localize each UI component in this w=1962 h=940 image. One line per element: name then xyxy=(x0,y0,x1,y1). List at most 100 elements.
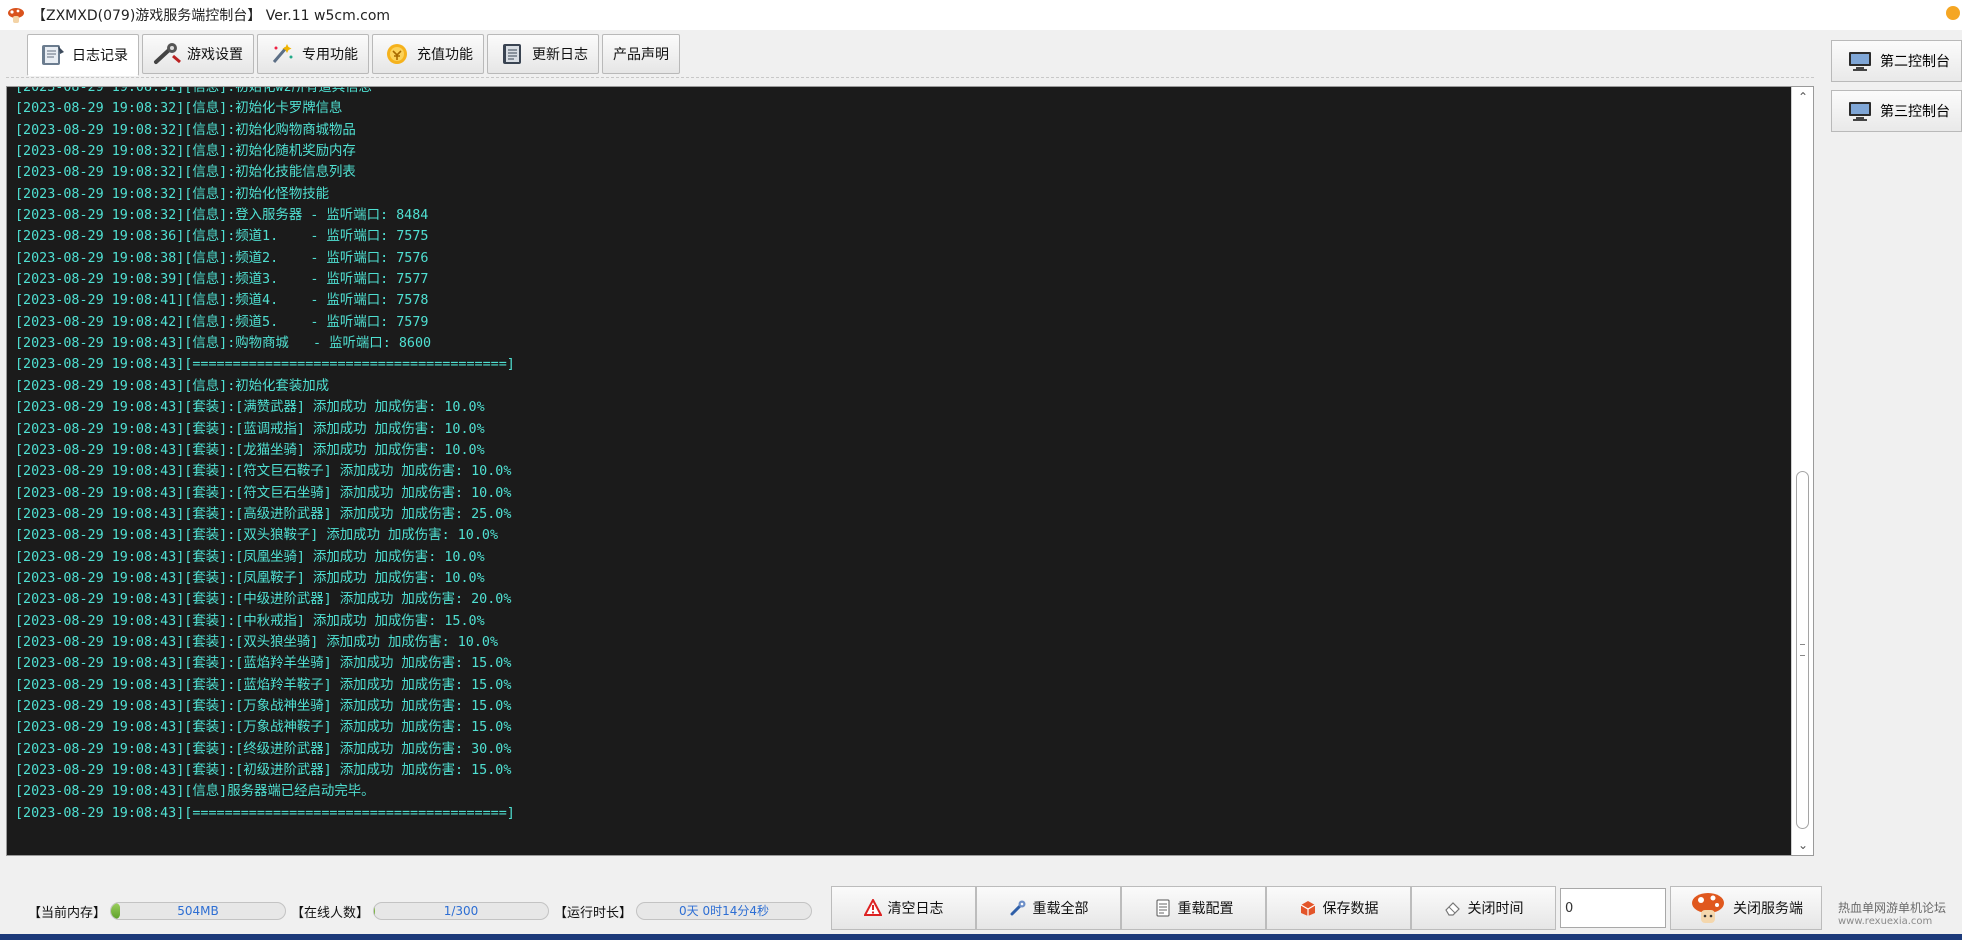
log-line: [2023-08-29 19:08:43][套装]:[万象战神坐骑] 添加成功 … xyxy=(15,698,512,714)
log-book-icon xyxy=(42,45,64,65)
reload-all-label: 重载全部 xyxy=(1032,901,1089,917)
log-line: [2023-08-29 19:08:42][信息]:频道5. - 监听端口: 7… xyxy=(15,314,429,330)
log-line: [2023-08-29 19:08:43][信息]服务器端已经启动完毕。 xyxy=(15,784,375,800)
title-bar: 【ZXMXD(079)游戏服务端控制台】 Ver.11 w5cm.com xyxy=(0,0,1962,30)
log-line: [2023-08-29 19:08:32][信息]:初始化技能信息列表 xyxy=(15,165,356,181)
log-line: [2023-08-29 19:08:43][套装]:[蓝焰羚羊鞍子] 添加成功 … xyxy=(15,677,512,693)
log-line: [2023-08-29 19:08:38][信息]:频道2. - 监听端口: 7… xyxy=(15,250,429,266)
log-line: [2023-08-29 19:08:43][套装]:[万象战神鞍子] 添加成功 … xyxy=(15,720,512,736)
online-label: 【在线人数】 xyxy=(291,905,370,921)
uptime-meter: 0天 0时14分4秒 xyxy=(636,902,813,920)
log-line: [2023-08-29 19:08:31][信息]:初始化wz所有道具信息 xyxy=(15,87,372,95)
log-line: [2023-08-29 19:08:32][信息]:初始化怪物技能 xyxy=(15,186,329,202)
app-icon xyxy=(8,8,24,23)
log-line: [2023-08-29 19:08:43][套装]:[中秋戒指] 添加成功 加成… xyxy=(15,613,485,629)
scrollbar-thumb[interactable] xyxy=(1796,471,1809,829)
save-box-icon xyxy=(1300,901,1315,916)
eraser-icon xyxy=(1444,902,1460,916)
log-text-area[interactable]: [2023-08-29 19:08:31][信息]:初始化wz所有道具信息 [2… xyxy=(9,87,1791,855)
magic-wand-icon xyxy=(272,44,293,63)
tab-game-settings-label: 游戏设置 xyxy=(187,47,243,63)
coin-icon xyxy=(387,44,407,64)
warning-icon xyxy=(863,899,882,916)
log-line: [2023-08-29 19:08:43][信息]:初始化套装加成 xyxy=(15,378,329,394)
notebook-icon xyxy=(503,44,521,64)
tab-special-functions[interactable]: 专用功能 xyxy=(257,34,369,74)
window-title: 【ZXMXD(079)游戏服务端控制台】 Ver.11 w5cm.com xyxy=(32,8,391,24)
log-line: [2023-08-29 19:08:32][信息]:登入服务器 - 监听端口: … xyxy=(15,208,429,224)
tab-recharge[interactable]: 充值功能 xyxy=(372,34,484,74)
monitor-icon xyxy=(1849,52,1871,71)
wrench-icon xyxy=(154,43,181,64)
log-console[interactable]: [2023-08-29 19:08:31][信息]:初始化wz所有道具信息 [2… xyxy=(6,86,1814,856)
log-line: [2023-08-29 19:08:36][信息]:频道1. - 监听端口: 7… xyxy=(15,229,429,245)
reload-config-label: 重载配置 xyxy=(1177,901,1234,917)
third-console-button[interactable]: 第三控制台 xyxy=(1831,90,1962,132)
save-data-label: 保存数据 xyxy=(1322,901,1379,917)
uptime-status: 【运行时长】 0天 0时14分4秒 xyxy=(554,899,813,923)
log-line: [2023-08-29 19:08:43][套装]:[初级进阶武器] 添加成功 … xyxy=(15,763,512,778)
log-line: [2023-08-29 19:08:32][信息]:初始化购物商城物品 xyxy=(15,122,356,138)
log-line: [2023-08-29 19:08:43][信息]:购物商城 - 监听端口: 8… xyxy=(15,336,432,352)
log-line: [2023-08-29 19:08:43][套装]:[双头狼鞍子] 添加成功 加… xyxy=(15,528,499,544)
document-icon xyxy=(1156,899,1169,917)
taskbar-strip xyxy=(0,934,1962,940)
tab-product-statement[interactable]: 产品声明 xyxy=(602,34,680,74)
wrench-icon xyxy=(1010,900,1025,916)
tab-game-settings[interactable]: 游戏设置 xyxy=(142,34,254,74)
online-status: 【在线人数】 1/300 xyxy=(291,899,550,923)
tab-product-statement-label: 产品声明 xyxy=(613,47,669,63)
scroll-up-icon[interactable]: ⌃ xyxy=(1792,87,1814,107)
third-console-label: 第三控制台 xyxy=(1880,104,1950,120)
second-console-button[interactable]: 第二控制台 xyxy=(1831,40,1962,82)
log-line: [2023-08-29 19:08:43][套装]:[符文巨石坐骑] 添加成功 … xyxy=(15,485,512,501)
log-scrollbar[interactable]: ⌃ ⌄ xyxy=(1791,87,1813,855)
shutdown-server-label: 关闭服务端 xyxy=(1733,901,1803,917)
tab-bar: 日志记录 游戏设置 专用功能 充值功能 更新日志 产品声明 xyxy=(27,34,680,76)
log-line: [2023-08-29 19:08:43][==================… xyxy=(15,357,515,373)
tab-divider xyxy=(6,77,1814,78)
log-line: [2023-08-29 19:08:41][信息]:频道4. - 监听端口: 7… xyxy=(15,293,429,309)
reload-all-button[interactable]: 重载全部 xyxy=(976,886,1121,930)
shutdown-time-input[interactable] xyxy=(1560,888,1666,928)
log-line: [2023-08-29 19:08:43][套装]:[龙猫坐骑] 添加成功 加成… xyxy=(15,442,485,458)
log-line: [2023-08-29 19:08:43][套装]:[双头狼坐骑] 添加成功 加… xyxy=(15,634,499,650)
clear-log-button[interactable]: 清空日志 xyxy=(831,886,976,930)
log-line: [2023-08-29 19:08:43][套装]:[凤凰坐骑] 添加成功 加成… xyxy=(15,549,485,565)
shutdown-server-button[interactable]: 关闭服务端 xyxy=(1670,886,1822,930)
log-line: [2023-08-29 19:08:43][套装]:[符文巨石鞍子] 添加成功 … xyxy=(15,464,512,480)
clear-log-label: 清空日志 xyxy=(887,901,944,917)
log-line: [2023-08-29 19:08:43][==================… xyxy=(15,805,515,821)
online-value: 1/300 xyxy=(443,904,479,918)
online-meter: 1/300 xyxy=(373,902,550,920)
tab-update-log[interactable]: 更新日志 xyxy=(487,34,599,74)
log-line: [2023-08-29 19:08:39][信息]:频道3. - 监听端口: 7… xyxy=(15,272,429,288)
log-line: [2023-08-29 19:08:43][套装]:[中级进阶武器] 添加成功 … xyxy=(15,592,512,608)
tab-recharge-label: 充值功能 xyxy=(417,47,473,63)
uptime-value: 0天 0时14分4秒 xyxy=(679,904,770,918)
tab-update-log-label: 更新日志 xyxy=(532,47,588,63)
memory-meter: 504MB xyxy=(110,902,287,920)
tab-special-functions-label: 专用功能 xyxy=(302,47,358,63)
mushroom-icon xyxy=(1692,893,1724,923)
memory-value: 504MB xyxy=(177,904,219,918)
save-data-button[interactable]: 保存数据 xyxy=(1266,886,1411,930)
uptime-label: 【运行时长】 xyxy=(554,905,633,921)
tab-log-label: 日志记录 xyxy=(72,48,128,64)
log-line: [2023-08-29 19:08:43][套装]:[凤凰鞍子] 添加成功 加成… xyxy=(15,570,485,586)
grip-icon xyxy=(1800,644,1805,656)
log-line: [2023-08-29 19:08:43][套装]:[终级进阶武器] 添加成功 … xyxy=(15,741,512,757)
shutdown-time-label: 关闭时间 xyxy=(1467,901,1524,917)
reload-config-button[interactable]: 重载配置 xyxy=(1121,886,1266,930)
shutdown-time-button[interactable]: 关闭时间 xyxy=(1411,886,1556,930)
window-status-dot[interactable] xyxy=(1946,6,1960,20)
tab-log[interactable]: 日志记录 xyxy=(27,34,139,76)
log-line: [2023-08-29 19:08:32][信息]:初始化随机奖励内存 xyxy=(15,144,356,160)
second-console-label: 第二控制台 xyxy=(1880,54,1950,70)
log-line: [2023-08-29 19:08:43][套装]:[蓝调戒指] 添加成功 加成… xyxy=(15,421,485,437)
scroll-down-icon[interactable]: ⌄ xyxy=(1792,835,1814,855)
memory-label: 【当前内存】 xyxy=(28,905,107,921)
log-line: [2023-08-29 19:08:43][套装]:[满赞武器] 添加成功 加成… xyxy=(15,400,485,416)
memory-status: 【当前内存】 504MB xyxy=(28,899,287,923)
watermark: 热血单网游单机论坛 www.rexuexia.com xyxy=(1838,901,1946,929)
